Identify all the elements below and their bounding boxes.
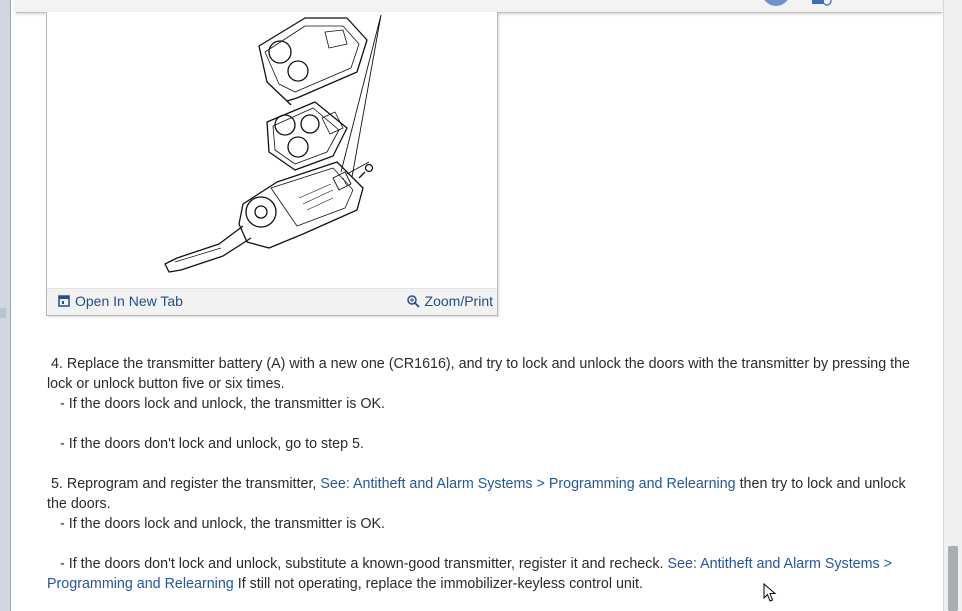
toolbar-badge-icon[interactable] — [812, 0, 832, 6]
programming-relearning-link[interactable]: See: Antitheft and Alarm Systems > Progr… — [320, 476, 735, 492]
open-new-tab-button[interactable]: Open In New Tab — [58, 293, 183, 309]
zoom-icon — [406, 294, 420, 308]
open-new-tab-icon — [58, 295, 70, 307]
edge-marker — [0, 308, 6, 318]
step-4-text: 4. Replace the transmitter battery (A) w… — [47, 356, 911, 392]
step-5-result-ok: - If the doors lock and unlock, the tran… — [60, 516, 385, 532]
step-5: 5. Reprogram and register the transmitte… — [47, 474, 927, 514]
step-4-result-ok: - If the doors lock and unlock, the tran… — [60, 396, 385, 412]
zoom-print-label: Zoom/Print — [424, 293, 493, 309]
left-window-edge — [0, 0, 11, 611]
figure-panel: Open In New Tab Zoom/Print — [46, 12, 498, 316]
scrollbar-thumb[interactable] — [948, 546, 958, 611]
user-avatar[interactable] — [762, 0, 790, 6]
step-5-result-fail: - If the doors don't lock and unlock, su… — [47, 554, 927, 594]
step-5-fail-prefix: - If the doors don't lock and unlock, su… — [60, 556, 668, 572]
step-4: 4. Replace the transmitter battery (A) w… — [47, 354, 927, 394]
vertical-scrollbar[interactable] — [943, 0, 962, 611]
step-4-result-fail: - If the doors don't lock and unlock, go… — [60, 436, 364, 452]
step-5-fail-suffix: If still not operating, replace the immo… — [233, 576, 643, 592]
key-fob-exploded-diagram — [164, 14, 382, 273]
figure-footer: Open In New Tab Zoom/Print — [47, 288, 497, 315]
open-new-tab-label: Open In New Tab — [75, 293, 183, 309]
mouse-cursor-icon — [763, 583, 777, 602]
step-5-prefix: 5. Reprogram and register the transmitte… — [50, 476, 321, 492]
procedure-text: 4. Replace the transmitter battery (A) w… — [47, 354, 927, 594]
zoom-print-button[interactable]: Zoom/Print — [406, 293, 493, 309]
